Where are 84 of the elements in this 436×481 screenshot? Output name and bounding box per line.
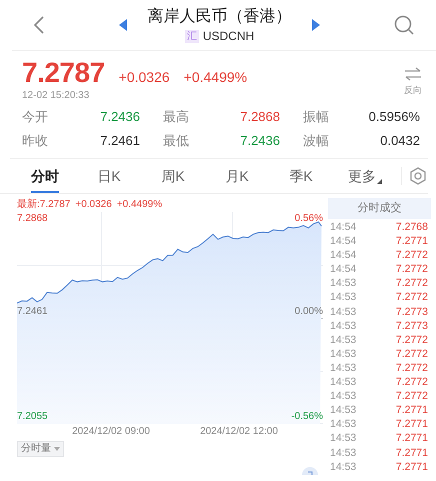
trade-price: 7.2773 — [396, 304, 428, 319]
stat-value: 7.2868 — [239, 108, 280, 126]
caret-down-icon — [54, 447, 60, 451]
trade-time: 14:53 — [330, 332, 356, 347]
stat-value: 0.5956% — [368, 108, 420, 126]
stat-label: 昨收 — [22, 132, 49, 150]
trade-price: 7.2772 — [396, 290, 428, 305]
back-icon[interactable] — [33, 15, 45, 35]
chart-tab[interactable]: 分时 — [31, 159, 59, 193]
stat-label: 最高 — [162, 108, 190, 126]
trade-time: 14:53 — [330, 318, 356, 333]
swap-arrows-icon[interactable] — [404, 67, 422, 81]
chart-tab[interactable]: 季K — [289, 159, 313, 193]
axis-label: 0.00% — [294, 306, 323, 318]
corner-caret-icon — [377, 178, 382, 184]
axis-label: 7.2461 — [17, 306, 48, 318]
search-icon[interactable] — [394, 15, 414, 35]
time-axis-label: 2024/12/02 12:00 — [200, 425, 278, 438]
trade-price: 7.2772 — [396, 276, 428, 290]
chart-tab[interactable]: 日K — [97, 159, 121, 193]
trade-time: 14:53 — [330, 403, 356, 418]
trade-time: 14:53 — [330, 360, 356, 376]
stat-value: 0.0432 — [379, 132, 420, 150]
trade-time: 14:53 — [330, 346, 356, 361]
expand-icon[interactable] — [302, 466, 318, 475]
chart-tab[interactable]: 周K — [161, 159, 185, 193]
settings-icon[interactable] — [401, 167, 427, 185]
stat-value: 7.2436 — [239, 132, 280, 150]
stat-label: 振幅 — [302, 108, 330, 126]
trade-time: 14:53 — [330, 276, 356, 290]
trade-time: 14:53 — [330, 375, 356, 390]
quote-time: 12-02 15:20:33 — [22, 89, 90, 103]
trade-price: 7.2768 — [396, 220, 428, 234]
price-change-percent: +0.4499% — [184, 69, 248, 85]
panel-header: 分时成交 — [328, 198, 431, 219]
trade-price: 7.2772 — [396, 346, 428, 361]
time-axis-label: 2024/12/02 09:00 — [72, 425, 150, 438]
trade-time: 14:53 — [330, 389, 356, 404]
stat-value: 7.2436 — [99, 108, 140, 126]
trade-price: 7.2771 — [396, 403, 428, 418]
symbol-label: USDCNH — [202, 29, 254, 43]
invert-label[interactable]: 反向 — [404, 84, 422, 97]
trade-price: 7.2771 — [396, 417, 428, 432]
trade-price: 7.2773 — [396, 318, 428, 333]
trade-price: 7.2771 — [396, 234, 428, 248]
axis-label: -0.56% — [291, 411, 323, 423]
trade-time: 14:53 — [330, 304, 356, 319]
page-title: 离岸人民币（香港） — [148, 7, 292, 27]
latest-change-percent: +0.4499% — [116, 198, 162, 212]
stat-label: 最低 — [162, 132, 190, 150]
trade-price: 7.2772 — [396, 332, 428, 347]
trade-price: 7.2771 — [396, 431, 428, 446]
trade-price: 7.2772 — [396, 248, 428, 262]
chart-tab[interactable]: 月K — [225, 159, 249, 193]
latest-price: 最新:7.2787 — [17, 198, 70, 212]
trade-time: 14:54 — [330, 248, 356, 262]
trade-time: 14:53 — [330, 290, 356, 305]
price-value: 7.2787 — [22, 57, 105, 89]
stat-label: 波幅 — [302, 132, 330, 150]
trade-price: 7.2771 — [396, 460, 428, 474]
triangle-left-icon[interactable] — [119, 19, 127, 31]
axis-label: 7.2868 — [17, 213, 48, 225]
triangle-right-icon[interactable] — [312, 19, 320, 31]
market-badge: 汇 — [184, 30, 199, 42]
price-change: +0.0326 — [118, 69, 170, 85]
trade-time: 14:53 — [330, 417, 356, 432]
stat-label: 今开 — [22, 108, 49, 126]
trade-time: 14:54 — [330, 220, 356, 234]
trade-price: 7.2772 — [396, 262, 428, 276]
trade-price: 7.2772 — [396, 375, 428, 390]
trade-price: 7.2772 — [396, 360, 428, 376]
trade-time: 14:53 — [330, 460, 356, 474]
trade-time: 14:53 — [330, 446, 356, 460]
stat-value: 7.2461 — [99, 132, 140, 150]
trade-time: 14:53 — [330, 431, 356, 446]
trade-time: 14:54 — [330, 262, 356, 276]
indicator-dropdown[interactable]: 分时量 — [17, 441, 64, 457]
trade-price: 7.2772 — [396, 389, 428, 404]
axis-label: 0.56% — [294, 213, 323, 225]
trade-time: 14:54 — [330, 234, 356, 248]
more-tab[interactable]: 更多 — [348, 159, 376, 193]
axis-label: 7.2055 — [17, 411, 48, 423]
latest-change: +0.0326 — [75, 198, 112, 212]
trade-price: 7.2771 — [396, 446, 428, 460]
